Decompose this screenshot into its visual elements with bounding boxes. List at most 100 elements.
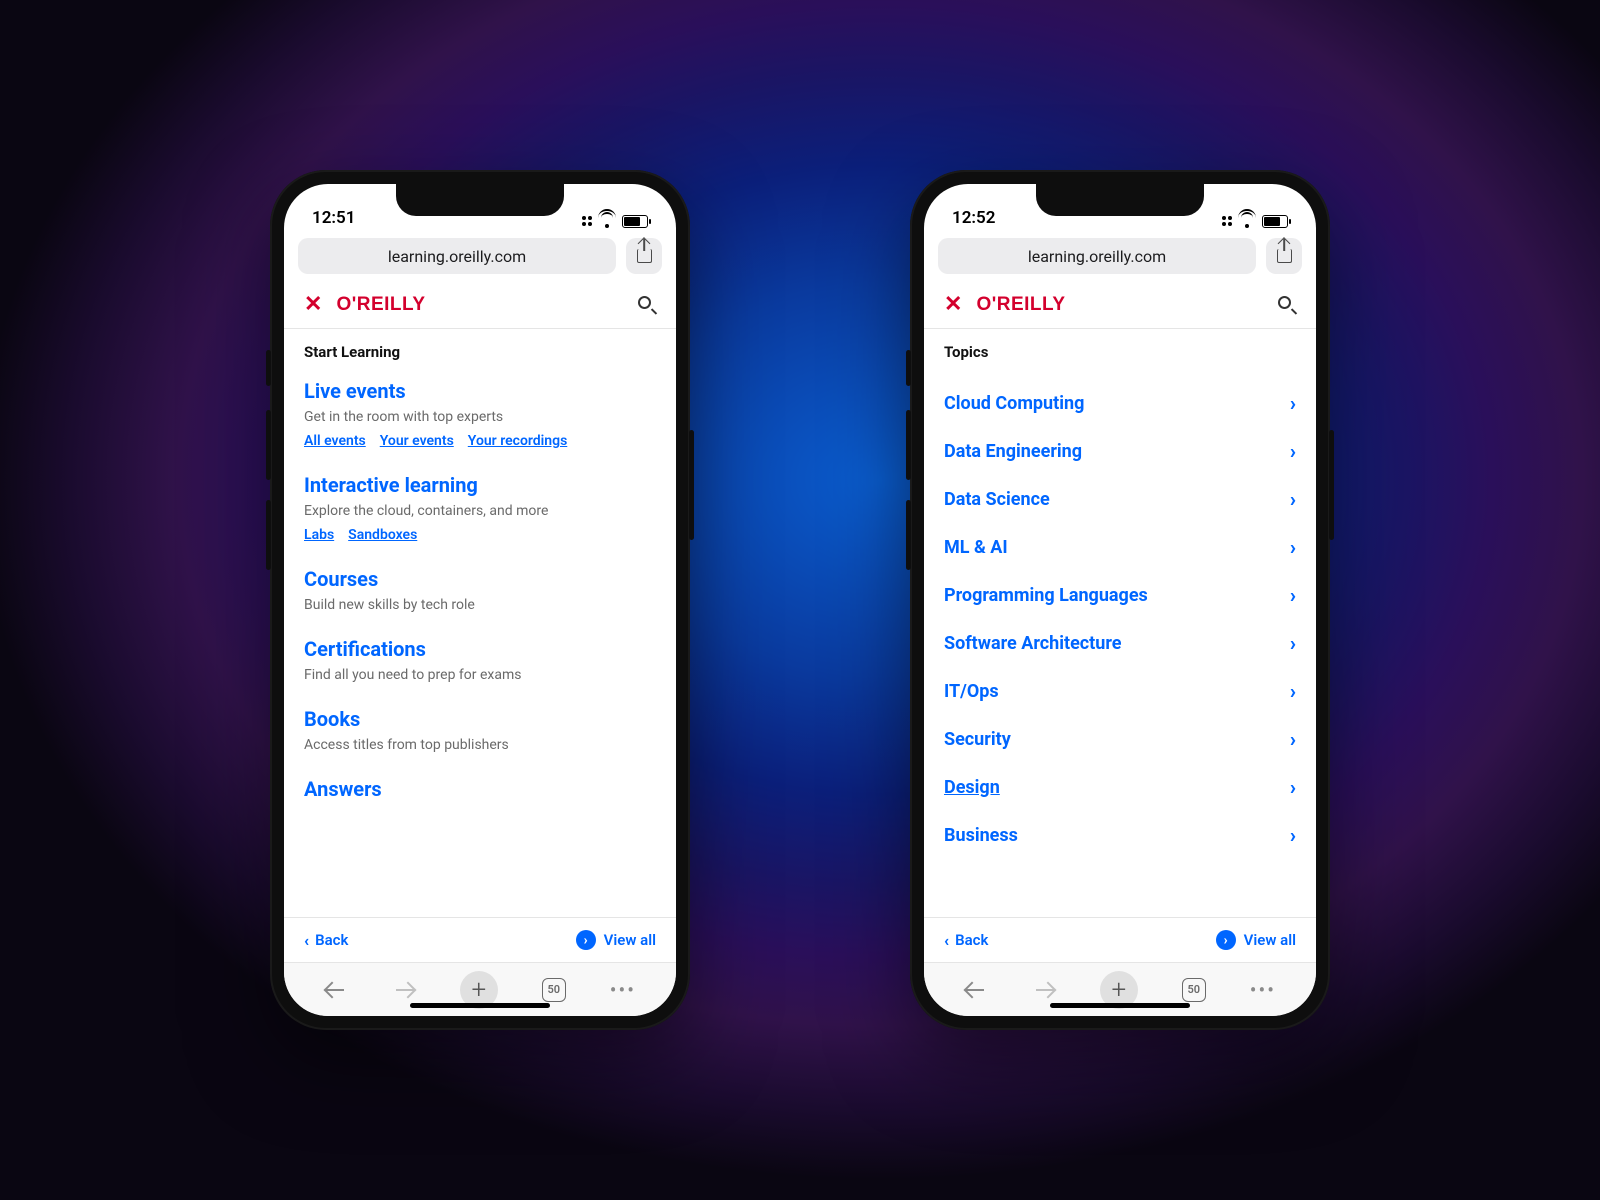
topic-row[interactable]: Data Science› [944, 475, 1296, 523]
status-time: 12:52 [952, 208, 995, 228]
sublink[interactable]: Sandboxes [348, 527, 417, 543]
chevron-right-icon: › [1290, 679, 1296, 703]
category-desc: Get in the room with top experts [304, 409, 656, 425]
search-icon[interactable] [1278, 296, 1296, 314]
topic-row[interactable]: ML & AI› [944, 523, 1296, 571]
category-title[interactable]: Books [304, 707, 656, 731]
back-button[interactable]: ‹Back [944, 931, 988, 950]
content-topics: Topics Cloud Computing›Data Engineering›… [924, 329, 1316, 917]
category-item: Interactive learning Explore the cloud, c… [304, 473, 656, 543]
category-title[interactable]: Answers [304, 777, 656, 801]
category-desc: Explore the cloud, containers, and more [304, 503, 656, 519]
browser-back-button[interactable] [324, 978, 348, 1002]
cellular-icon [1222, 216, 1232, 226]
chevron-right-icon: › [1290, 391, 1296, 415]
category-desc: Find all you need to prep for exams [304, 667, 656, 683]
cellular-icon [582, 216, 592, 226]
back-button[interactable]: ‹Back [304, 931, 348, 950]
status-time: 12:51 [312, 208, 355, 228]
topic-row[interactable]: Business › [944, 811, 1296, 859]
topic-label: Business [944, 825, 1018, 846]
category-item: Answers [304, 777, 656, 801]
sublink[interactable]: All events [304, 433, 366, 449]
tabs-button[interactable]: 50 [1182, 978, 1206, 1002]
arrow-right-icon [1032, 978, 1056, 1002]
chevron-right-icon: › [1290, 583, 1296, 607]
category-desc: Build new skills by tech role [304, 597, 656, 613]
more-icon[interactable]: ••• [1250, 978, 1276, 1002]
category-title[interactable]: Interactive learning [304, 473, 656, 497]
search-icon[interactable] [638, 296, 656, 314]
chevron-right-icon: › [1290, 727, 1296, 751]
phone-mockup-right: 12:52 learning.oreilly.com ✕ O'REILLY To… [910, 170, 1330, 1030]
chevron-right-circle-icon: › [1216, 930, 1236, 950]
topic-row[interactable]: Design› [944, 763, 1296, 811]
share-button[interactable] [1266, 238, 1302, 274]
status-icons [582, 214, 648, 228]
category-item: Certifications Find all you need to prep … [304, 637, 656, 683]
chevron-right-icon: › [1290, 631, 1296, 655]
phone-mockup-left: 12:51 learning.oreilly.com ✕ O'REILLY St… [270, 170, 690, 1030]
view-all-button[interactable]: ›View all [576, 930, 656, 950]
section-title: Start Learning [304, 343, 656, 361]
url-field[interactable]: learning.oreilly.com [938, 238, 1256, 274]
share-icon [1277, 249, 1292, 263]
topic-row[interactable]: Data Engineering› [944, 427, 1296, 475]
close-icon[interactable]: ✕ [304, 294, 322, 316]
arrow-right-icon [392, 978, 416, 1002]
url-field[interactable]: learning.oreilly.com [298, 238, 616, 274]
battery-icon [1262, 215, 1288, 228]
topic-label: Data Science [944, 489, 1050, 510]
sublink[interactable]: Your events [380, 433, 454, 449]
bottom-nav: ‹Back ›View all [924, 917, 1316, 962]
share-icon [637, 249, 652, 263]
share-button[interactable] [626, 238, 662, 274]
topic-label: Software Architecture [944, 633, 1122, 654]
app-header: ✕ O'REILLY [924, 284, 1316, 329]
category-item: Courses Build new skills by tech role [304, 567, 656, 613]
topic-row[interactable]: Cloud Computing › [944, 379, 1296, 427]
chevron-right-icon: › [1290, 775, 1296, 799]
chevron-right-icon: › [1290, 823, 1296, 847]
browser-forward-button[interactable] [1032, 978, 1056, 1002]
status-icons [1222, 214, 1288, 228]
category-item: Live events Get in the room with top expe… [304, 379, 656, 449]
browser-forward-button[interactable] [392, 978, 416, 1002]
sublink[interactable]: Your recordings [468, 433, 568, 449]
home-indicator [410, 1003, 550, 1008]
chevron-left-icon: ‹ [304, 931, 309, 950]
category-title[interactable]: Courses [304, 567, 656, 591]
address-bar: learning.oreilly.com [284, 232, 676, 284]
tabs-button[interactable]: 50 [542, 978, 566, 1002]
oreilly-logo[interactable]: O'REILLY [976, 294, 1065, 316]
chevron-left-icon: ‹ [944, 931, 949, 950]
topic-label: Security [944, 729, 1011, 750]
topic-row[interactable]: Programming Languages› [944, 571, 1296, 619]
bottom-nav: ‹Back ›View all [284, 917, 676, 962]
section-title: Topics [944, 343, 1296, 361]
close-icon[interactable]: ✕ [944, 294, 962, 316]
topic-label: Cloud Computing [944, 393, 1084, 414]
topic-row[interactable]: Security › [944, 715, 1296, 763]
home-indicator [1050, 1003, 1190, 1008]
category-title[interactable]: Certifications [304, 637, 656, 661]
notch [1036, 184, 1204, 216]
address-bar: learning.oreilly.com [924, 232, 1316, 284]
topic-label: ML & AI [944, 537, 1008, 558]
arrow-left-icon [324, 978, 348, 1002]
chevron-right-icon: › [1290, 439, 1296, 463]
sublinks: Labs Sandboxes [304, 527, 656, 543]
oreilly-logo[interactable]: O'REILLY [336, 294, 425, 316]
browser-back-button[interactable] [964, 978, 988, 1002]
battery-icon [622, 215, 648, 228]
view-all-button[interactable]: ›View all [1216, 930, 1296, 950]
topic-label: IT/Ops [944, 681, 999, 702]
topic-row[interactable]: IT/Ops › [944, 667, 1296, 715]
app-header: ✕ O'REILLY [284, 284, 676, 329]
category-title[interactable]: Live events [304, 379, 656, 403]
category-desc: Access titles from top publishers [304, 737, 656, 753]
sublinks: All events Your events Your recordings [304, 433, 656, 449]
more-icon[interactable]: ••• [610, 978, 636, 1002]
topic-row[interactable]: Software Architecture › [944, 619, 1296, 667]
sublink[interactable]: Labs [304, 527, 334, 543]
